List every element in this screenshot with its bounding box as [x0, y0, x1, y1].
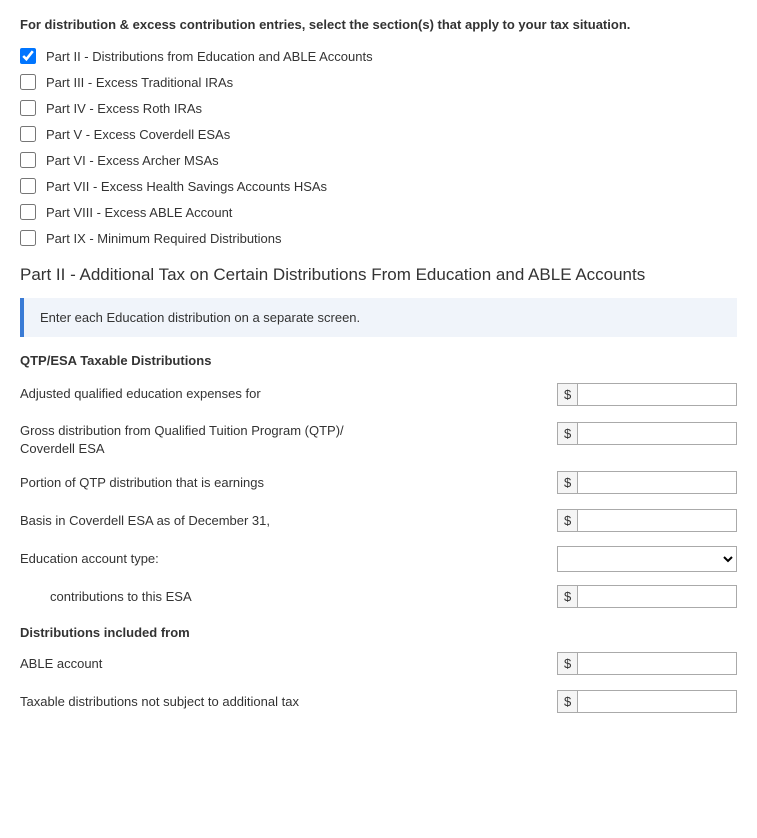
checkbox-item-6: Part VII - Excess Health Savings Account…: [20, 178, 737, 194]
dollar-input-1: $: [557, 383, 737, 406]
form-row-2: Gross distribution from Qualified Tuitio…: [20, 418, 737, 458]
dist-dollar-field-2[interactable]: [578, 691, 736, 712]
form-label-4: Basis in Coverdell ESA as of December 31…: [20, 512, 557, 530]
dollar-field-4[interactable]: [578, 510, 736, 531]
checkbox-label-4[interactable]: Part V - Excess Coverdell ESAs: [46, 127, 230, 142]
dollar-input-4: $: [557, 509, 737, 532]
dist-label-1: ABLE account: [20, 655, 557, 673]
dist-dollar-sign-2: $: [558, 691, 578, 712]
checkbox-6[interactable]: [20, 178, 36, 194]
checkbox-item-2: Part III - Excess Traditional IRAs: [20, 74, 737, 90]
form-fields: Adjusted qualified education expenses fo…: [20, 380, 737, 610]
intro-text: For distribution & excess contribution e…: [20, 16, 737, 34]
form-input-wrap-3: $: [557, 471, 737, 494]
dist-dollar-wrap-2: $: [557, 690, 737, 713]
dist-dollar-wrap-1: $: [557, 652, 737, 675]
checkbox-5[interactable]: [20, 152, 36, 168]
form-input-wrap-6: $: [557, 585, 737, 608]
form-row-3: Portion of QTP distribution that is earn…: [20, 469, 737, 497]
dollar-field-2[interactable]: [578, 423, 736, 444]
dollar-field-1[interactable]: [578, 384, 736, 405]
dollar-sign-2: $: [558, 423, 578, 444]
checkbox-2[interactable]: [20, 74, 36, 90]
dist-row-2: Taxable distributions not subject to add…: [20, 688, 737, 716]
checkbox-item-4: Part V - Excess Coverdell ESAs: [20, 126, 737, 142]
dollar-sign-3: $: [558, 472, 578, 493]
dollar-field-3[interactable]: [578, 472, 736, 493]
section-heading: Part II - Additional Tax on Certain Dist…: [20, 264, 737, 286]
checkbox-1[interactable]: [20, 48, 36, 64]
form-row-4: Basis in Coverdell ESA as of December 31…: [20, 507, 737, 535]
form-label-1: Adjusted qualified education expenses fo…: [20, 385, 557, 403]
form-label-6: contributions to this ESA: [20, 588, 557, 606]
checkbox-item-1: Part II - Distributions from Education a…: [20, 48, 737, 64]
dollar-sign-6: $: [558, 586, 578, 607]
checkbox-item-3: Part IV - Excess Roth IRAs: [20, 100, 737, 116]
checkbox-3[interactable]: [20, 100, 36, 116]
dollar-field-6[interactable]: [578, 586, 736, 607]
form-row-6: contributions to this ESA$: [20, 583, 737, 611]
checkbox-label-5[interactable]: Part VI - Excess Archer MSAs: [46, 153, 219, 168]
distributions-heading: Distributions included from: [20, 625, 737, 640]
dist-input-wrap-1: $: [557, 652, 737, 675]
form-row-5: Education account type:Coverdell ESAQTPA…: [20, 545, 737, 573]
checkbox-label-2[interactable]: Part III - Excess Traditional IRAs: [46, 75, 233, 90]
form-label-3: Portion of QTP distribution that is earn…: [20, 474, 557, 492]
distribution-fields: ABLE account$Taxable distributions not s…: [20, 650, 737, 716]
education-account-type-select[interactable]: Coverdell ESAQTPABLE: [557, 546, 737, 572]
dist-dollar-field-1[interactable]: [578, 653, 736, 674]
checkbox-7[interactable]: [20, 204, 36, 220]
form-label-5: Education account type:: [20, 550, 557, 568]
form-input-wrap-4: $: [557, 509, 737, 532]
dollar-sign-4: $: [558, 510, 578, 531]
checkbox-item-5: Part VI - Excess Archer MSAs: [20, 152, 737, 168]
dollar-sign-1: $: [558, 384, 578, 405]
dist-input-wrap-2: $: [557, 690, 737, 713]
checkbox-label-3[interactable]: Part IV - Excess Roth IRAs: [46, 101, 202, 116]
checkbox-label-7[interactable]: Part VIII - Excess ABLE Account: [46, 205, 232, 220]
checkbox-item-8: Part IX - Minimum Required Distributions: [20, 230, 737, 246]
dist-row-1: ABLE account$: [20, 650, 737, 678]
dist-label-2: Taxable distributions not subject to add…: [20, 693, 557, 711]
checkbox-label-6[interactable]: Part VII - Excess Health Savings Account…: [46, 179, 327, 194]
info-box: Enter each Education distribution on a s…: [20, 298, 737, 337]
dollar-input-6: $: [557, 585, 737, 608]
checkbox-label-8[interactable]: Part IX - Minimum Required Distributions: [46, 231, 282, 246]
checkbox-label-1[interactable]: Part II - Distributions from Education a…: [46, 49, 373, 64]
checkbox-4[interactable]: [20, 126, 36, 142]
subsection-heading: QTP/ESA Taxable Distributions: [20, 353, 737, 368]
form-row-1: Adjusted qualified education expenses fo…: [20, 380, 737, 408]
dist-dollar-sign-1: $: [558, 653, 578, 674]
form-input-wrap-5: Coverdell ESAQTPABLE: [557, 546, 737, 572]
dollar-input-3: $: [557, 471, 737, 494]
form-input-wrap-2: $: [557, 422, 737, 445]
checkbox-item-7: Part VIII - Excess ABLE Account: [20, 204, 737, 220]
form-input-wrap-1: $: [557, 383, 737, 406]
checkbox-8[interactable]: [20, 230, 36, 246]
dollar-input-2: $: [557, 422, 737, 445]
form-label-2: Gross distribution from Qualified Tuitio…: [20, 422, 557, 458]
checkbox-list: Part II - Distributions from Education a…: [20, 48, 737, 246]
